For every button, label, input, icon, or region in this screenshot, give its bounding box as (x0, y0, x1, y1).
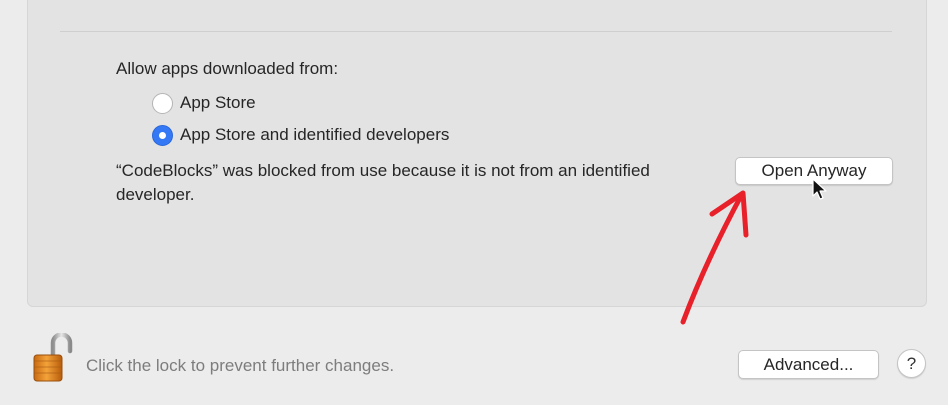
security-settings-panel (27, 0, 927, 307)
unlocked-padlock-icon[interactable] (30, 332, 76, 383)
radio-app-store-identified[interactable]: App Store and identified developers (152, 123, 449, 147)
blocked-app-message: “CodeBlocks” was blocked from use becaus… (116, 161, 650, 204)
lock-hint-text: Click the lock to prevent further change… (86, 356, 395, 375)
open-anyway-button[interactable]: Open Anyway (735, 157, 893, 185)
advanced-button[interactable]: Advanced... (738, 350, 879, 379)
radio-app-store-identified-label: App Store and identified developers (180, 125, 450, 144)
help-button[interactable]: ? (897, 349, 926, 378)
radio-app-store-label: App Store (180, 93, 256, 112)
allow-apps-label: Allow apps downloaded from: (116, 59, 339, 78)
radio-button-selected[interactable] (152, 124, 173, 146)
radio-app-store[interactable]: App Store (152, 91, 256, 115)
section-divider (60, 31, 892, 32)
radio-button-unselected[interactable] (152, 92, 173, 114)
